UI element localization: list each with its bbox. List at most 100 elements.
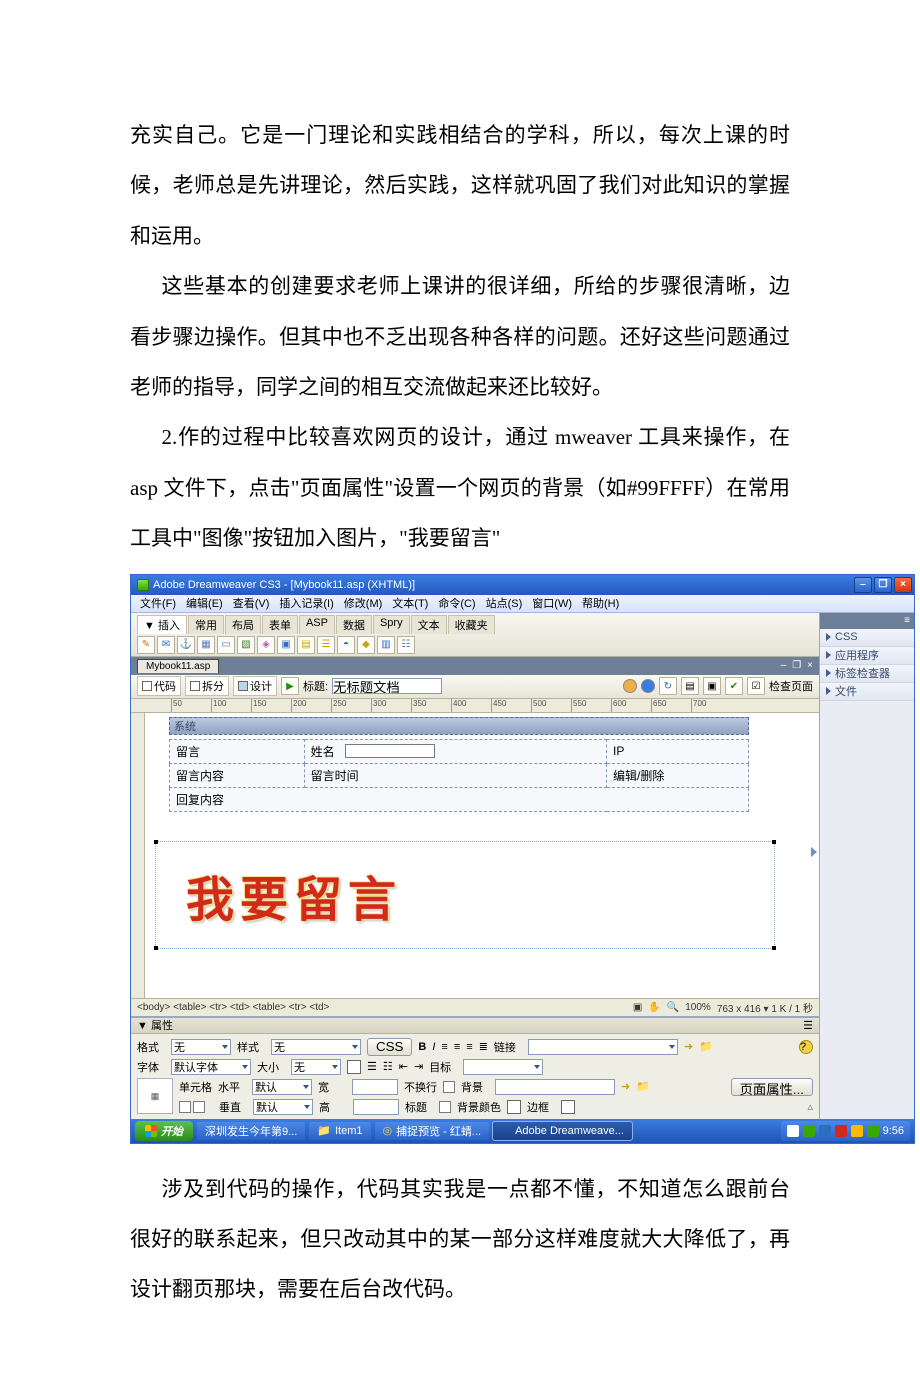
prop-bg-input[interactable]: [495, 1079, 615, 1095]
menu-file[interactable]: 文件(F): [137, 595, 179, 611]
prop-style-select[interactable]: 无: [271, 1039, 361, 1055]
tray-icon-3[interactable]: [819, 1125, 831, 1137]
date-icon[interactable]: ▣: [277, 636, 295, 654]
menu-text[interactable]: 文本(T): [389, 595, 431, 611]
insert-tab-fav[interactable]: 收藏夹: [448, 615, 495, 634]
menu-modify[interactable]: 修改(M): [341, 595, 386, 611]
align-left-icon[interactable]: ≡: [441, 1041, 447, 1053]
browse-folder-icon-2[interactable]: 📁: [636, 1080, 650, 1093]
comment-icon[interactable]: ☰: [317, 636, 335, 654]
prop-height-input[interactable]: [353, 1099, 399, 1115]
prop-header-check[interactable]: [439, 1101, 451, 1113]
outdent-icon[interactable]: ⇤: [399, 1060, 408, 1073]
cell-time[interactable]: 留言时间: [304, 763, 606, 787]
help-icon[interactable]: ?: [799, 1040, 813, 1054]
indent-icon[interactable]: ⇥: [414, 1060, 423, 1073]
table-icon[interactable]: ▦: [197, 636, 215, 654]
image-icon[interactable]: ▧: [237, 636, 255, 654]
task-item-news[interactable]: 深圳发生今年第9...: [197, 1122, 305, 1140]
align-justify-icon[interactable]: ≣: [479, 1040, 488, 1053]
banner-image[interactable]: 我要留言: [155, 841, 775, 949]
bold-button[interactable]: B: [418, 1041, 426, 1053]
insert-tab-forms[interactable]: 表单: [262, 615, 298, 634]
merge-cells-icon[interactable]: [179, 1101, 191, 1113]
insert-tab-common[interactable]: 常用: [188, 615, 224, 634]
insert-tab-asp[interactable]: ASP: [299, 615, 335, 634]
cell-edit[interactable]: 编辑/删除: [607, 763, 749, 787]
prop-vert-select[interactable]: 默认: [253, 1099, 313, 1115]
prop-horiz-select[interactable]: 默认: [252, 1079, 312, 1095]
validate-icon[interactable]: ✔: [725, 677, 743, 695]
tray-icon-2[interactable]: [803, 1125, 815, 1137]
named-anchor-icon[interactable]: ⚓: [177, 636, 195, 654]
menu-command[interactable]: 命令(C): [435, 595, 478, 611]
document-tab[interactable]: Mybook11.asp: [137, 659, 219, 673]
menu-view[interactable]: 查看(V): [230, 595, 273, 611]
tray-icon-6[interactable]: [867, 1125, 879, 1137]
prop-font-select[interactable]: 默认字体: [171, 1059, 251, 1075]
point-to-file-icon-2[interactable]: ➜: [621, 1080, 630, 1093]
menu-site[interactable]: 站点(S): [483, 595, 526, 611]
utility-icon-1[interactable]: [623, 679, 637, 693]
refresh-icon[interactable]: ↻: [659, 677, 677, 695]
zoom-value[interactable]: 100%: [685, 1002, 711, 1013]
hand-tool-icon[interactable]: ✋: [648, 1002, 660, 1013]
doc-restore-icon[interactable]: ❐: [792, 660, 801, 671]
system-tray[interactable]: 9:56: [781, 1121, 910, 1141]
select-tool-icon[interactable]: ▣: [633, 1002, 642, 1013]
cell-reply[interactable]: 回复内容: [170, 787, 749, 811]
name-input[interactable]: [345, 744, 435, 758]
prop-border-swatch[interactable]: [561, 1100, 575, 1114]
css-button[interactable]: CSS: [367, 1038, 412, 1056]
cell-ip[interactable]: IP: [607, 739, 749, 763]
menu-edit[interactable]: 编辑(E): [183, 595, 226, 611]
tag-chooser-icon[interactable]: ☷: [397, 636, 415, 654]
check-page-label[interactable]: 检查页面: [769, 678, 813, 694]
preview-icon[interactable]: ▣: [703, 677, 721, 695]
ol-icon[interactable]: ☷: [383, 1060, 393, 1073]
menu-insert[interactable]: 插入记录(I): [276, 595, 336, 611]
italic-button[interactable]: I: [432, 1041, 435, 1053]
page-properties-button[interactable]: 页面属性...: [731, 1078, 813, 1096]
task-item-folder[interactable]: 📁 Item1: [309, 1122, 370, 1140]
panel-application[interactable]: 应用程序: [820, 647, 914, 665]
point-to-file-icon[interactable]: ➜: [684, 1040, 693, 1053]
panel-css[interactable]: CSS: [820, 629, 914, 647]
prop-nowrap-check[interactable]: [443, 1081, 455, 1093]
doc-min-icon[interactable]: –: [781, 660, 787, 671]
tray-icon-4[interactable]: [835, 1125, 847, 1137]
div-icon[interactable]: ▭: [217, 636, 235, 654]
minimize-button[interactable]: –: [854, 577, 872, 593]
design-canvas[interactable]: 系统 留言 姓名 IP 留言内容 留言时间 编辑/删除: [145, 713, 819, 998]
insert-tab-spry[interactable]: Spry: [373, 615, 410, 634]
prop-bgcolor-swatch[interactable]: [507, 1100, 521, 1114]
ul-icon[interactable]: ☰: [367, 1060, 377, 1073]
tray-icon-1[interactable]: [787, 1125, 799, 1137]
scroll-right-icon[interactable]: [811, 847, 817, 857]
tag-breadcrumb[interactable]: <body> <table> <tr> <td> <table> <tr> <t…: [137, 1002, 329, 1013]
server-icon[interactable]: ▤: [297, 636, 315, 654]
insert-tab-data[interactable]: 数据: [336, 615, 372, 634]
title-input[interactable]: [332, 678, 442, 694]
file-mgmt-icon[interactable]: ▤: [681, 677, 699, 695]
close-button[interactable]: ×: [894, 577, 912, 593]
task-item-dreamweaver[interactable]: Adobe Dreamweave...: [493, 1122, 632, 1140]
media-icon[interactable]: ◈: [257, 636, 275, 654]
insert-label[interactable]: ▼ 插入: [137, 615, 187, 634]
cell-name[interactable]: 姓名: [304, 739, 606, 763]
cell-content[interactable]: 留言内容: [170, 763, 305, 787]
templates-icon[interactable]: ▥: [377, 636, 395, 654]
panel-collapse-icon[interactable]: ≡: [904, 615, 910, 626]
email-link-icon[interactable]: ✉: [157, 636, 175, 654]
insert-tab-text[interactable]: 文本: [411, 615, 447, 634]
doc-close-icon[interactable]: ×: [807, 660, 813, 671]
check-page-icon[interactable]: ☑: [747, 677, 765, 695]
browse-folder-icon[interactable]: 📁: [699, 1040, 713, 1053]
prop-size-select[interactable]: 无: [291, 1059, 341, 1075]
menu-window[interactable]: 窗口(W): [529, 595, 575, 611]
align-center-icon[interactable]: ≡: [454, 1041, 460, 1053]
hyperlink-icon[interactable]: ✎: [137, 636, 155, 654]
task-item-capture[interactable]: ◎ 捕捉预览 - 红蜻...: [375, 1122, 490, 1140]
start-button[interactable]: 开始: [135, 1121, 193, 1141]
text-color-swatch[interactable]: [347, 1060, 361, 1074]
